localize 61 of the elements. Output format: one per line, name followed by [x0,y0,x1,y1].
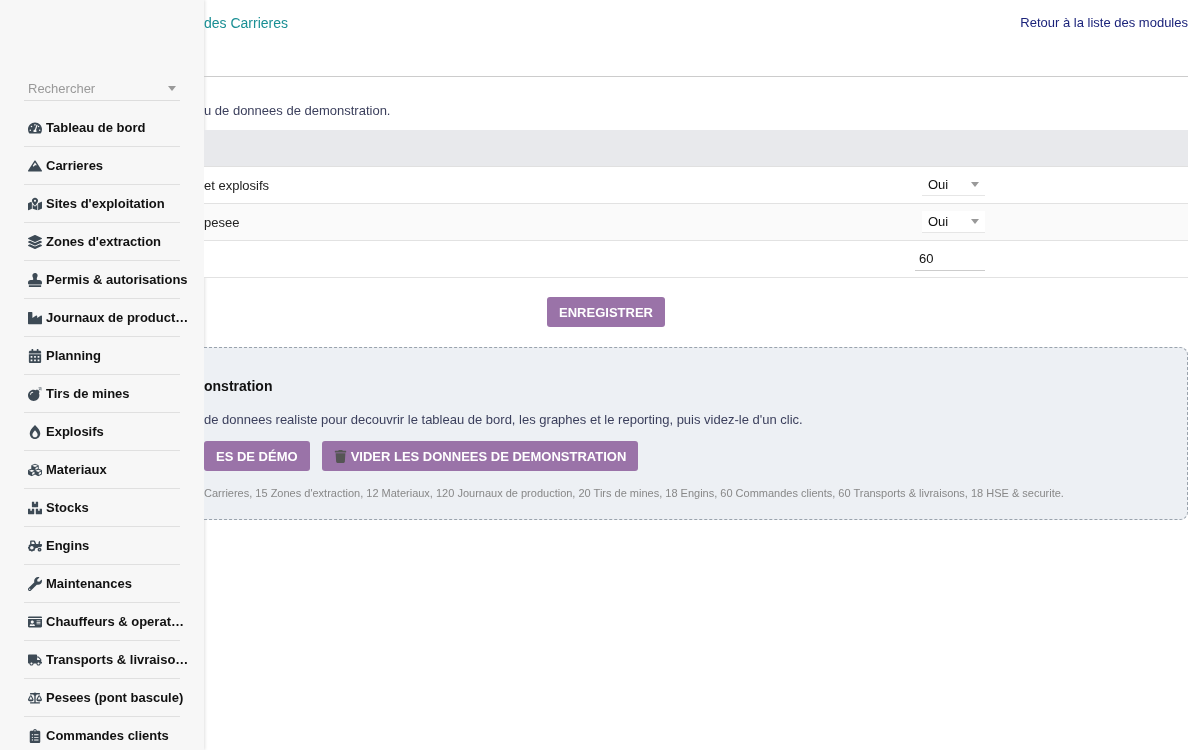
number-field[interactable]: 60 [915,247,985,271]
bomb-icon [28,386,42,401]
trash-icon [333,449,347,463]
layers-icon [28,234,42,249]
sidebar-item-label: Stocks [46,500,89,515]
intro-text: u de donnees de demonstration. [204,103,392,118]
tractor-icon [28,538,42,553]
setting-label: pesee [204,214,240,230]
id-card-icon [28,614,42,629]
boxes-icon [28,500,42,515]
sidebar-item-label: Zones d'extraction [46,234,162,249]
sidebar-item[interactable]: Materiaux [24,451,180,489]
calendar-icon [28,348,42,363]
sidebar-item-label: Carrieres [46,158,104,173]
sidebar-item-label: Materiaux [46,462,107,477]
sidebar-item-label: Tirs de mines [46,386,130,401]
clear-data-button[interactable]: VIDER LES DONNEES DE DEMONSTRATION [321,441,639,471]
select-field[interactable]: Oui [922,211,985,233]
cubes-icon [28,462,42,477]
clipboard-icon [28,728,42,743]
gauge-icon [28,120,42,135]
sidebar-item-label: Transports & livraiso… [46,652,189,667]
truck-icon [28,652,42,667]
sidebar-item[interactable]: Planning [24,337,180,375]
sidebar-item-label: Journaux de product… [46,310,189,325]
sidebar-item[interactable]: Tableau de bord [24,109,180,147]
demo-description: de donnees realiste pour decouvrir le tableau de bord, les graphes et le reporting, puis videz-le d'un clic. [204,412,804,427]
back-link[interactable]: Retour à la liste des modules [1020,15,1188,31]
breadcrumb-link[interactable]: des Carrieres [204,15,289,31]
sidebar-item[interactable]: Engins [24,527,180,565]
stamp-icon [28,272,42,287]
sidebar-item-label: Planning [46,348,101,363]
caret-icon [971,219,979,224]
sidebar-item-label: Sites d'exploitation [46,196,165,211]
save-button[interactable]: ENREGISTRER [547,297,665,327]
sidebar-item[interactable]: Commandes clients [24,717,180,750]
sidebar-item[interactable]: Stocks [24,489,180,527]
sidebar-item-label: Maintenances [46,576,132,591]
demo-note: Carrieres, 15 Zones d'extraction, 12 Materiaux, 120 Journaux de production, 20 Tirs de mines, 18 Engins, 60 Commandes clients, 60 Transports & livraisons, 18 HSE & securite. [204,487,1065,499]
sidebar-item[interactable]: Sites d'exploitation [24,185,180,223]
setting-label: et explosifs [204,177,270,193]
factory-icon [28,310,42,325]
sidebar-item[interactable]: Zones d'extraction [24,223,180,261]
mountain-icon [28,158,42,173]
load-data-button[interactable]: ES DE DÉMO [204,441,310,471]
sidebar-item[interactable]: Maintenances [24,565,180,603]
caret-icon [971,182,979,187]
wrench-icon [28,576,42,591]
scale-icon [28,690,42,705]
sidebar-item-label: Commandes clients [46,728,169,743]
sidebar-item[interactable]: Tirs de mines [24,375,180,413]
sidebar-item[interactable]: Carrieres [24,147,180,185]
flame-icon [28,424,42,439]
sidebar-item-label: Engins [46,538,90,553]
sidebar-item-label: Explosifs [46,424,104,439]
map-pin-icon [28,196,42,211]
demo-title: onstration [204,378,274,394]
caret-icon [168,85,176,91]
sidebar-item-label: Tableau de bord [46,120,146,135]
sidebar-item-label: Permis & autorisations [46,272,188,287]
sidebar-item[interactable]: Explosifs [24,413,180,451]
